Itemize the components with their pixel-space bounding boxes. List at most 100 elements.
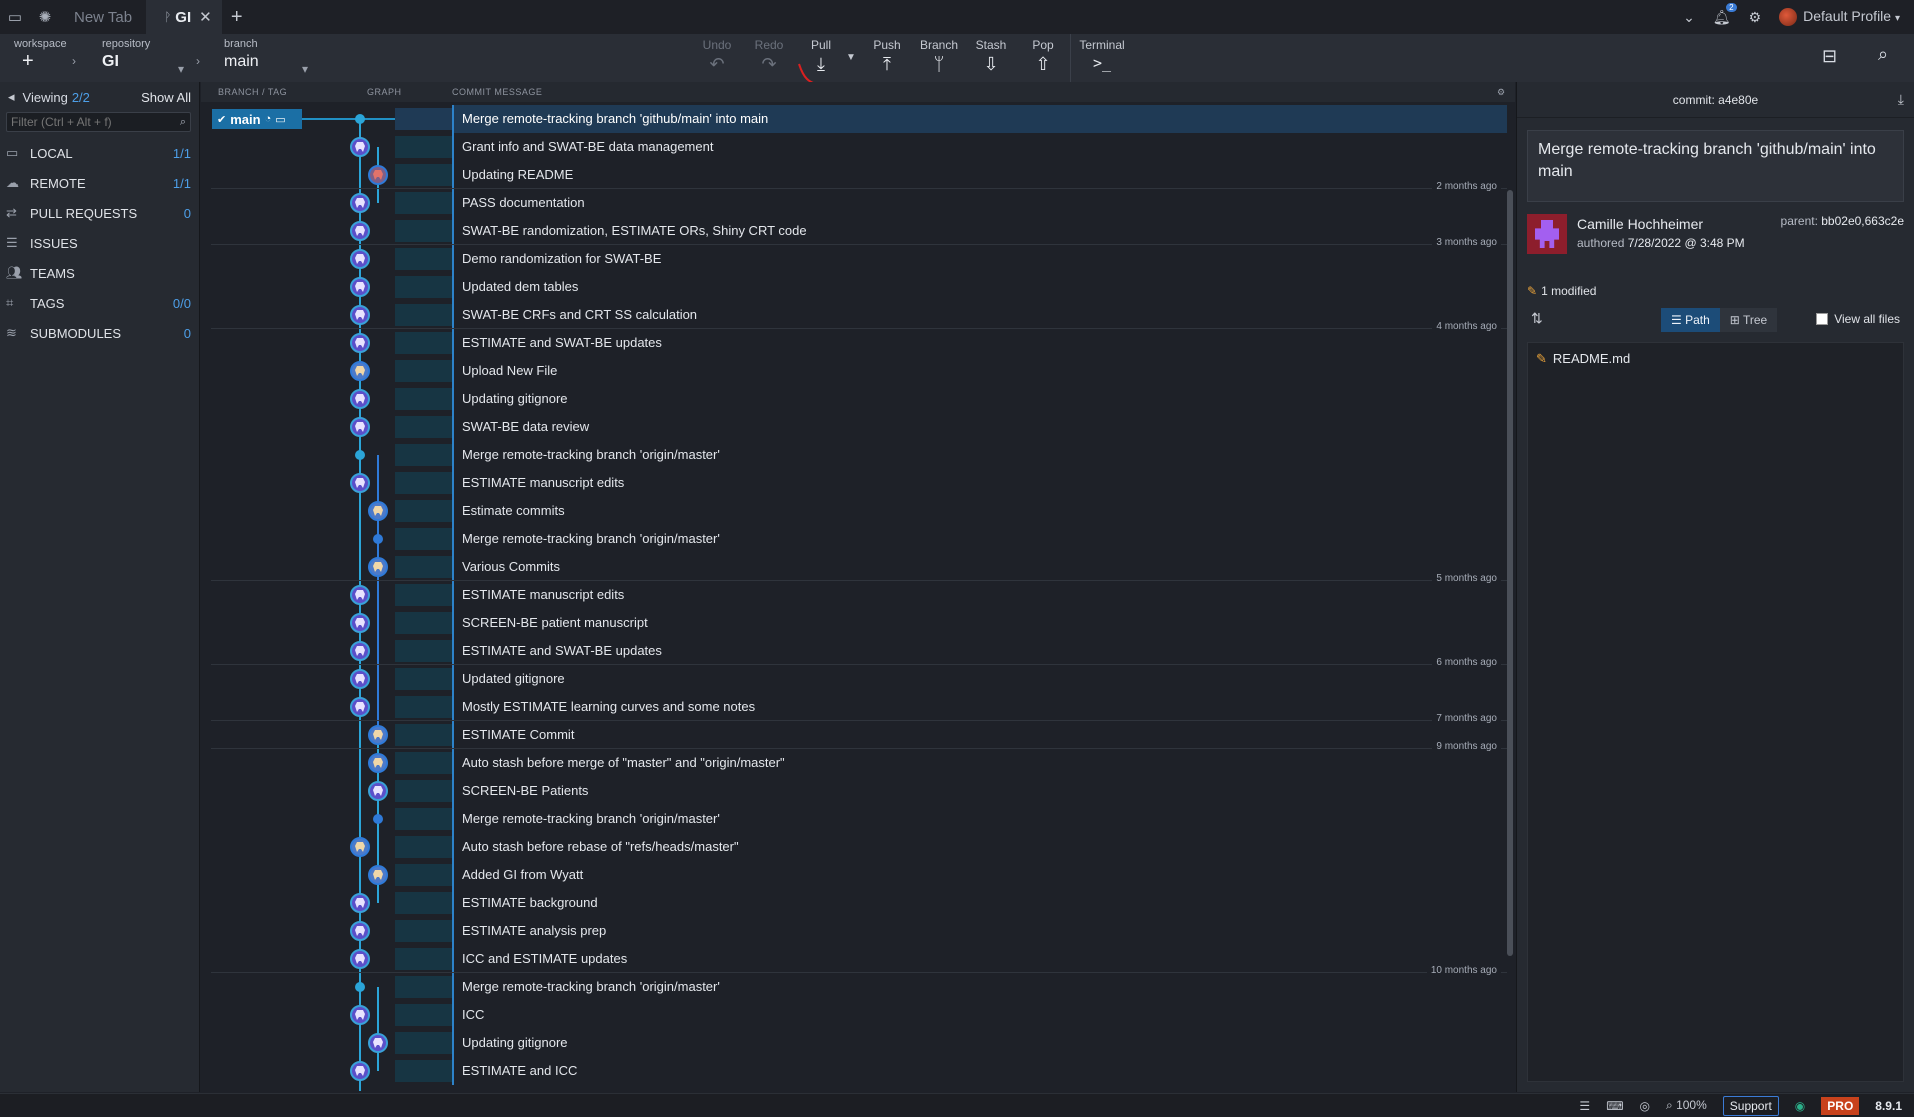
- column-branch-tag[interactable]: BRANCH / TAG: [218, 87, 287, 97]
- branch-selector[interactable]: branch main ▾: [224, 38, 312, 76]
- pro-badge[interactable]: PRO: [1821, 1096, 1860, 1115]
- sort-icon[interactable]: ⇅: [1531, 310, 1543, 327]
- profile-menu[interactable]: Default Profile ▾: [1779, 8, 1900, 27]
- view-all-checkbox[interactable]: [1816, 313, 1829, 325]
- merge-dot[interactable]: [355, 450, 365, 460]
- collapse-panel-icon[interactable]: ◂: [8, 89, 15, 105]
- commit-row[interactable]: SWAT-BE CRFs and CRT SS calculation: [201, 301, 1507, 329]
- file-item[interactable]: ✎ README.md: [1536, 351, 1895, 367]
- filter-input[interactable]: [11, 115, 171, 129]
- column-graph[interactable]: GRAPH: [367, 87, 402, 97]
- sidebar-item-submodules[interactable]: ≋ SUBMODULES 0: [0, 318, 199, 348]
- bell-icon[interactable]: 🔔︎ 2: [1713, 2, 1737, 26]
- redo-button[interactable]: Redo ↷: [744, 38, 794, 75]
- commit-node-avatar[interactable]: [350, 613, 370, 633]
- commit-row[interactable]: ESTIMATE and SWAT-BE updates: [201, 637, 1507, 665]
- merge-dot[interactable]: [373, 814, 383, 824]
- commit-row[interactable]: ESTIMATE manuscript edits: [201, 469, 1507, 497]
- commit-row[interactable]: ICC: [201, 1001, 1507, 1029]
- show-all-button[interactable]: Show All: [141, 90, 191, 105]
- commit-row[interactable]: ESTIMATE and ICC: [201, 1057, 1507, 1085]
- commit-row[interactable]: Added GI from Wyatt: [201, 861, 1507, 889]
- commit-node-avatar[interactable]: [350, 669, 370, 689]
- commit-node-avatar[interactable]: [368, 165, 388, 185]
- branch-button[interactable]: Branch ᛘ: [914, 38, 964, 75]
- commit-node-avatar[interactable]: [350, 249, 370, 269]
- commit-node-avatar[interactable]: [350, 697, 370, 717]
- commit-node-avatar[interactable]: [350, 137, 370, 157]
- commit-row[interactable]: SWAT-BE randomization, ESTIMATE ORs, Shi…: [201, 217, 1507, 245]
- globe-icon[interactable]: ◎: [1640, 1099, 1650, 1113]
- commit-node-avatar[interactable]: [368, 725, 388, 745]
- commit-node-avatar[interactable]: [350, 221, 370, 241]
- search-icon[interactable]: ⌕: [1878, 44, 1888, 65]
- merge-dot[interactable]: [355, 982, 365, 992]
- commit-node-avatar[interactable]: [350, 361, 370, 381]
- commit-node-avatar[interactable]: [350, 949, 370, 969]
- commit-row[interactable]: Mostly ESTIMATE learning curves and some…: [201, 693, 1507, 721]
- commit-node-avatar[interactable]: [350, 641, 370, 661]
- commit-node-avatar[interactable]: [368, 557, 388, 577]
- gitkraken-logo-icon[interactable]: ✺: [30, 0, 60, 34]
- commit-row[interactable]: Updating gitignore: [201, 385, 1507, 413]
- commit-row[interactable]: Various Commits: [201, 553, 1507, 581]
- commit-node-avatar[interactable]: [350, 921, 370, 941]
- sidebar-item-remote[interactable]: ☁ REMOTE 1/1: [0, 168, 199, 198]
- commit-node-avatar[interactable]: [368, 501, 388, 521]
- tree-view-button[interactable]: ⊞ Tree: [1719, 308, 1778, 332]
- commit-sha[interactable]: a4e80e: [1718, 93, 1758, 107]
- commit-row[interactable]: Upload New File: [201, 357, 1507, 385]
- terminal-button[interactable]: Terminal >_: [1076, 38, 1128, 72]
- commit-row[interactable]: Updating gitignore: [201, 1029, 1507, 1057]
- commit-row[interactable]: ESTIMATE background: [201, 889, 1507, 917]
- filter-field[interactable]: ⌕: [6, 112, 191, 132]
- stash-button[interactable]: Stash ⇩: [966, 38, 1016, 75]
- commit-row[interactable]: Grant info and SWAT-BE data management: [201, 133, 1507, 161]
- commit-node-avatar[interactable]: [350, 305, 370, 325]
- support-button[interactable]: Support: [1722, 1095, 1779, 1116]
- commit-row[interactable]: Merge remote-tracking branch 'github/mai…: [201, 105, 1507, 133]
- list-icon[interactable]: ☰: [1579, 1099, 1590, 1113]
- keyboard-icon[interactable]: ⌨: [1606, 1099, 1623, 1113]
- branch-tag-main[interactable]: ✔ main ◔ ▭: [212, 109, 302, 129]
- commit-node-avatar[interactable]: [350, 585, 370, 605]
- sidebar-item-issues[interactable]: ☰ ISSUES: [0, 228, 199, 258]
- commit-row[interactable]: Updated gitignore: [201, 665, 1507, 693]
- merge-dot[interactable]: [373, 534, 383, 544]
- commit-node-avatar[interactable]: [368, 865, 388, 885]
- add-icon[interactable]: +: [14, 50, 67, 73]
- commit-row[interactable]: ESTIMATE analysis prep: [201, 917, 1507, 945]
- commit-node-avatar[interactable]: [350, 333, 370, 353]
- commit-node-avatar[interactable]: [350, 1061, 370, 1081]
- add-tab-button[interactable]: +: [222, 6, 252, 29]
- commit-node-avatar[interactable]: [350, 277, 370, 297]
- undo-button[interactable]: Undo ↶: [692, 38, 742, 75]
- commit-row[interactable]: Auto stash before rebase of "refs/heads/…: [201, 833, 1507, 861]
- commit-node-avatar[interactable]: [350, 193, 370, 213]
- layout-toggle-icon[interactable]: ⊟: [1822, 46, 1837, 67]
- commit-row[interactable]: PASS documentation: [201, 189, 1507, 217]
- commit-row[interactable]: SWAT-BE data review: [201, 413, 1507, 441]
- scrollbar[interactable]: [1507, 190, 1513, 956]
- tab-gi[interactable]: ᚹ GI ✕: [146, 0, 222, 34]
- commit-message-box[interactable]: Merge remote-tracking branch 'github/mai…: [1527, 130, 1904, 202]
- download-icon[interactable]: ⤓: [1898, 91, 1904, 108]
- commit-row[interactable]: ESTIMATE Commit: [201, 721, 1507, 749]
- parent-sha[interactable]: bb02e0,663c2e: [1821, 214, 1904, 228]
- commit-node-avatar[interactable]: [350, 837, 370, 857]
- commit-node-avatar[interactable]: [350, 893, 370, 913]
- commit-node-avatar[interactable]: [368, 753, 388, 773]
- merge-dot[interactable]: [355, 114, 365, 124]
- sidebar-item-local[interactable]: ▭ LOCAL 1/1: [0, 138, 199, 168]
- folder-icon[interactable]: ▭: [0, 0, 30, 34]
- zoom-indicator[interactable]: ⌕ 100%: [1666, 1098, 1707, 1113]
- commit-row[interactable]: Updated dem tables: [201, 273, 1507, 301]
- sidebar-item-tags[interactable]: ⌗ TAGS 0/0: [0, 288, 199, 318]
- gear-icon[interactable]: ⚙: [1749, 9, 1762, 26]
- commit-row[interactable]: Merge remote-tracking branch 'origin/mas…: [201, 441, 1507, 469]
- commit-row[interactable]: ICC and ESTIMATE updates: [201, 945, 1507, 973]
- chevron-down-icon[interactable]: ⌄: [1683, 9, 1695, 26]
- commit-row[interactable]: ESTIMATE manuscript edits: [201, 581, 1507, 609]
- pop-button[interactable]: Pop ⇧: [1018, 38, 1068, 75]
- commit-row[interactable]: Merge remote-tracking branch 'origin/mas…: [201, 973, 1507, 1001]
